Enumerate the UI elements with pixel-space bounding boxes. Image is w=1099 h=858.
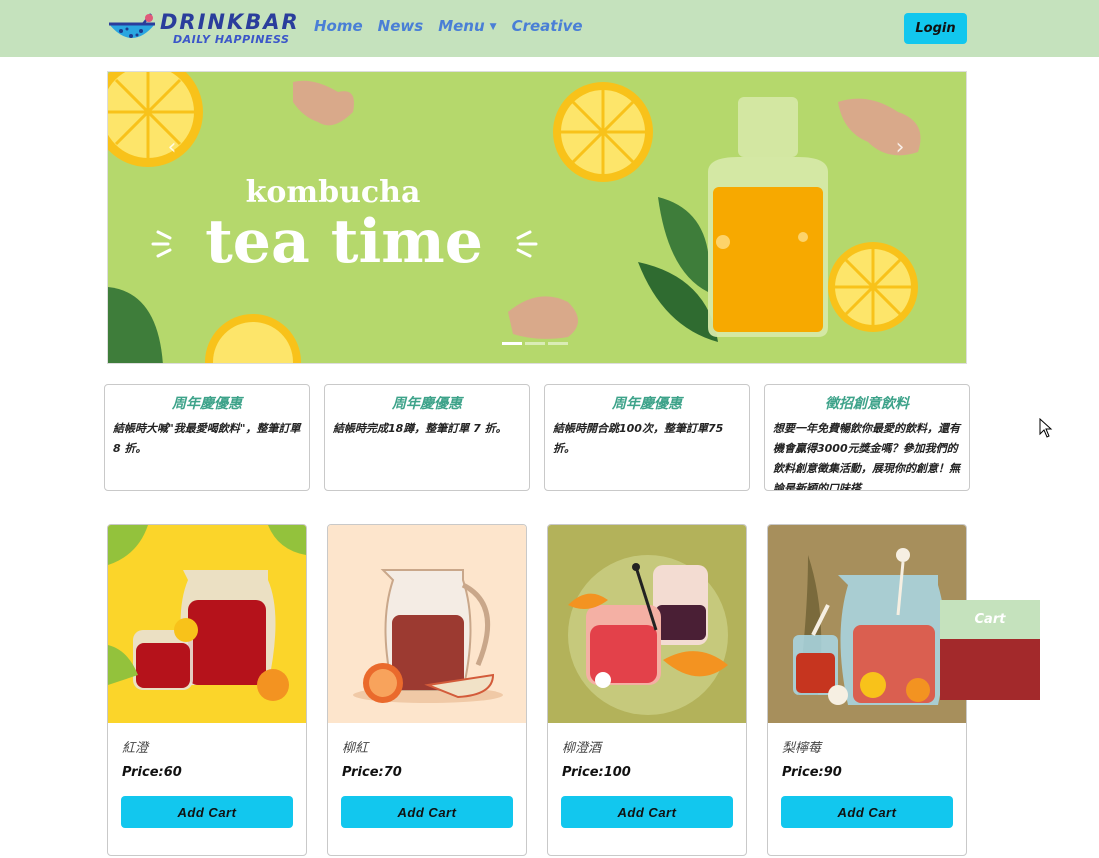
banner-headline-big: tea time xyxy=(205,207,483,277)
product-card: 紅澄 Price:60 Add Cart xyxy=(107,524,307,856)
add-cart-button[interactable]: Add Cart xyxy=(781,796,953,828)
cart-body xyxy=(940,639,1040,700)
carousel-indicator[interactable] xyxy=(525,342,545,345)
promo-body: 結帳時開合跳100次，整筆訂單75 折。 xyxy=(553,422,724,455)
fruit-pitcher-image xyxy=(768,525,966,723)
sangria-pitcher-image xyxy=(108,525,306,723)
carousel-indicator[interactable] xyxy=(548,342,568,345)
product-card: 柳澄酒 Price:100 Add Cart xyxy=(547,524,747,856)
kombucha-banner-image: kombucha tea time xyxy=(108,72,966,363)
carousel-indicator[interactable] xyxy=(502,342,522,345)
promo-title: 周年慶優惠 xyxy=(172,396,242,412)
promo-title: 周年慶優惠 xyxy=(612,396,682,412)
promo-title: 周年慶優惠 xyxy=(392,396,462,412)
promo-title: 徵招創意飲料 xyxy=(825,396,909,412)
product-card: 柳紅 Price:70 Add Cart xyxy=(327,524,527,856)
nav-creative[interactable]: Creative xyxy=(512,17,583,35)
product-price: Price:100 xyxy=(562,765,631,780)
product-price: Price:90 xyxy=(782,765,842,780)
cart-widget[interactable]: Cart xyxy=(940,600,1040,700)
product-name: 柳澄酒 xyxy=(562,741,602,756)
promo-body: 結帳時完成18蹲，整筆訂單 7 折。 xyxy=(333,422,507,435)
promo-card: 周年慶優惠 結帳時完成18蹲，整筆訂單 7 折。 xyxy=(324,384,530,491)
sangria-glass-image xyxy=(548,525,746,723)
drink-bowl-logo-icon xyxy=(109,13,155,38)
promo-body: 想要一年免費暢飲你最愛的飲料，還有機會贏得3000元獎金嗎？參加我們的飲料創意徵… xyxy=(773,422,960,491)
product-name: 紅澄 xyxy=(122,741,149,756)
mouse-cursor-icon xyxy=(1039,418,1053,438)
nav-news[interactable]: News xyxy=(378,17,424,35)
chevron-left-icon[interactable]: ‹ xyxy=(160,136,184,160)
product-card: 梨檸莓 Price:90 Add Cart xyxy=(767,524,967,856)
product-price: Price:60 xyxy=(122,765,182,780)
product-price: Price:70 xyxy=(342,765,402,780)
navbar: DRINKBAR DAILY HAPPINESS Home News Menu ▼… xyxy=(0,0,1099,57)
caret-down-icon: ▼ xyxy=(489,22,497,32)
add-cart-button[interactable]: Add Cart xyxy=(121,796,293,828)
brand-name: DRINKBAR xyxy=(160,10,300,34)
promo-body: 結帳時大喊"我最愛喝飲料"，整筆訂單 8 折。 xyxy=(113,422,301,455)
login-button[interactable]: Login xyxy=(904,13,967,44)
nav-menu-label: Menu xyxy=(438,17,485,35)
sangria-pitcher-image xyxy=(328,525,526,723)
carousel-indicators xyxy=(502,342,568,345)
add-cart-button[interactable]: Add Cart xyxy=(561,796,733,828)
banner-headline-small: kombucha xyxy=(246,175,421,210)
hero-carousel: kombucha tea time xyxy=(107,71,967,364)
promo-card: 周年慶優惠 結帳時開合跳100次，整筆訂單75 折。 xyxy=(544,384,750,491)
brand-logo-link[interactable]: DRINKBAR DAILY HAPPINESS xyxy=(107,8,300,48)
product-name: 柳紅 xyxy=(342,741,369,756)
add-cart-button[interactable]: Add Cart xyxy=(341,796,513,828)
nav-links: Home News Menu ▼ Creative xyxy=(314,17,598,35)
promo-card[interactable]: 徵招創意飲料 想要一年免費暢飲你最愛的飲料，還有機會贏得3000元獎金嗎？參加我… xyxy=(764,384,970,491)
brand-tagline: DAILY HAPPINESS xyxy=(173,33,290,46)
nav-home[interactable]: Home xyxy=(314,17,363,35)
nav-menu-dropdown[interactable]: Menu ▼ xyxy=(438,17,496,35)
chevron-right-icon[interactable]: › xyxy=(888,136,912,160)
promo-card: 周年慶優惠 結帳時大喊"我最愛喝飲料"，整筆訂單 8 折。 xyxy=(104,384,310,491)
product-name: 梨檸莓 xyxy=(782,741,822,756)
cart-header[interactable]: Cart xyxy=(940,600,1040,639)
